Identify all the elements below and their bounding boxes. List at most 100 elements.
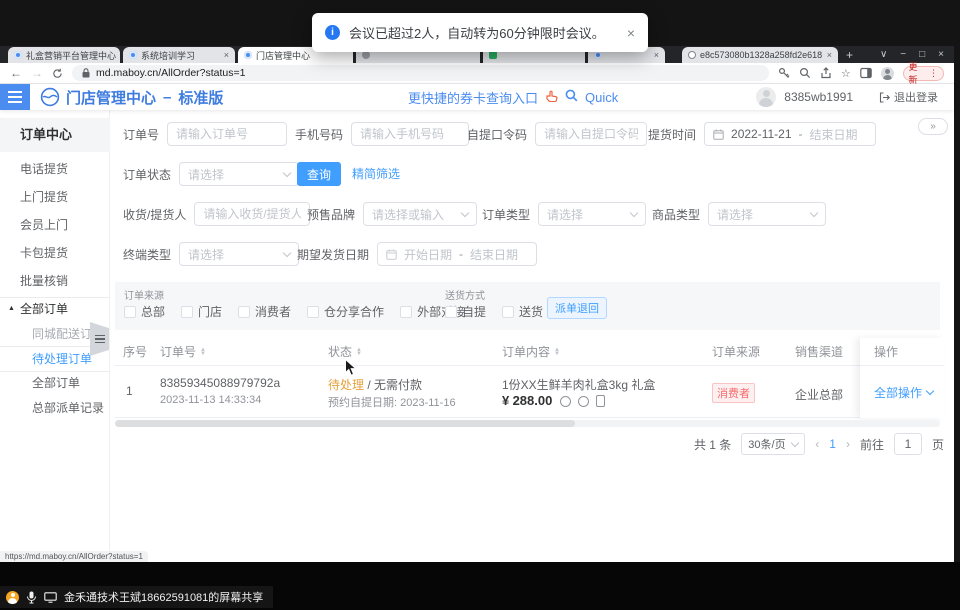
row-action-dropdown[interactable]: 全部操作 [874, 384, 933, 401]
share-icon[interactable] [820, 67, 832, 79]
sort-icons[interactable]: ▲▼ [554, 348, 560, 357]
chrome-update-button[interactable]: 更新 ⋮ [903, 66, 944, 81]
window-maximize-icon[interactable]: □ [919, 49, 925, 60]
more-vert-icon: ⋮ [929, 68, 938, 79]
presale-brand-label: 预售品牌 [307, 206, 355, 223]
toast-close-icon[interactable]: × [627, 25, 635, 41]
tab-title: 礼盒营销平台管理中心 [26, 49, 116, 62]
checkbox-delivery[interactable]: 送货 [502, 303, 543, 320]
row-channel: 企业总部 [795, 386, 843, 403]
logout-button[interactable]: 退出登录 [879, 89, 938, 105]
menu-hamburger-button[interactable] [0, 84, 30, 110]
link-preview-statusbar: https://md.maboy.cn/AllOrder?status=1 [0, 551, 148, 562]
col-order-content[interactable]: 订单内容 ▲▼ [502, 338, 560, 366]
chevron-down-icon [283, 168, 291, 176]
user-zone: 8385wb1991 退出登录 [756, 84, 938, 110]
sidebar-item-hq-dispatch-records[interactable]: 总部派单记录 [32, 400, 104, 416]
goto-label: 前往 [860, 436, 884, 453]
table-row[interactable]: 1 83859345088979792a 2023-11-13 14:33:34… [115, 366, 940, 418]
info-icon: i [325, 25, 340, 40]
order-detail-icon-1[interactable] [560, 396, 571, 407]
window-minimize-icon[interactable]: − [900, 49, 906, 60]
browser-tab-2[interactable]: 系统培训学习 × [123, 47, 235, 63]
mouse-cursor [344, 358, 357, 382]
sidebar-item-card-pickup[interactable]: 卡包提货 [20, 245, 68, 261]
table-horizontal-scrollbar[interactable] [115, 420, 940, 427]
sidebar-item-pending-orders[interactable]: 待处理订单 [32, 351, 92, 367]
screen-share-icon[interactable] [44, 592, 57, 603]
col-order-no[interactable]: 订单号 ▲▼ [160, 338, 206, 366]
order-status-select[interactable]: 请选择 [179, 162, 299, 186]
row-source-tag-wrap: 消费者 [712, 383, 755, 403]
order-detail-icon-2[interactable] [578, 396, 589, 407]
sidebar-item-all-orders[interactable]: 全部订单 [32, 375, 80, 391]
app-title-text: 门店管理中心 [66, 87, 156, 108]
goto-page-input[interactable]: 1 [894, 433, 922, 455]
expected-ship-date-picker[interactable]: 开始日期 - 结束日期 [377, 242, 537, 266]
sidebar-item-phone-pickup[interactable]: 电话提货 [20, 161, 68, 177]
simple-filter-link[interactable]: 精简筛选 [352, 162, 400, 186]
main-content: 订单号 手机号码 自提口令码 提货时间 2022-11-21 - 结束日期 » … [110, 110, 954, 562]
chevron-down-icon [791, 438, 799, 446]
browser-profile-avatar[interactable] [881, 67, 894, 80]
dispatch-return-button[interactable]: 派单退回 [547, 297, 607, 319]
window-menu-icon[interactable]: ∨ [880, 49, 887, 60]
prev-page-button[interactable]: ‹ [815, 437, 819, 451]
zoom-icon[interactable] [799, 67, 811, 79]
sort-icons[interactable]: ▲▼ [200, 348, 206, 357]
pickup-code-input[interactable] [535, 122, 647, 146]
sidebar-group-all-orders[interactable]: ▲ 全部订单 [8, 301, 68, 317]
password-key-icon[interactable] [778, 67, 790, 79]
forward-icon[interactable]: → [31, 67, 43, 79]
logout-icon [879, 92, 890, 103]
current-page[interactable]: 1 [829, 437, 836, 451]
checkbox-self-pickup[interactable]: 自提 [445, 303, 486, 320]
goods-type-select[interactable]: 请选择 [708, 202, 826, 226]
tab-close-icon[interactable]: × [827, 51, 832, 60]
window-close-icon[interactable]: × [938, 49, 944, 60]
lock-icon [82, 68, 90, 78]
quick-entry-link[interactable]: 更快捷的券卡查询入口 [408, 88, 538, 107]
refresh-icon[interactable] [52, 68, 63, 79]
address-bar[interactable]: md.maboy.cn/AllOrder?status=1 [72, 65, 769, 81]
checkbox-consumer[interactable]: 消费者 [238, 303, 291, 320]
browser-tab-1[interactable]: 礼盒营销平台管理中心 × [8, 47, 120, 63]
terminal-type-select[interactable]: 请选择 [179, 242, 299, 266]
tab-close-icon[interactable]: × [654, 51, 659, 60]
browser-toolbar: ← → md.maboy.cn/AllOrder?status=1 ☆ [0, 63, 954, 84]
new-tab-button[interactable]: + [846, 48, 853, 62]
bookmark-star-icon[interactable]: ☆ [841, 67, 851, 80]
receiver-input[interactable] [194, 202, 310, 226]
sidebar-item-member-visit[interactable]: 会员上门 [20, 217, 68, 233]
filter-expected-ship-date: 期望发货日期 开始日期 - 结束日期 [297, 242, 537, 266]
user-avatar[interactable] [756, 87, 776, 107]
browser-tab-7[interactable]: e8c573080b1328a258fd2e618 × [682, 47, 838, 63]
next-page-button[interactable]: › [846, 437, 850, 451]
checkbox-store[interactable]: 门店 [181, 303, 222, 320]
search-button[interactable]: 查询 [297, 162, 341, 186]
side-panel-icon[interactable] [860, 67, 872, 79]
select-placeholder: 请选择 [188, 246, 224, 263]
order-no-input[interactable] [167, 122, 287, 146]
microphone-icon[interactable] [26, 591, 37, 604]
checkbox-warehouse-share[interactable]: 仓分享合作 [307, 303, 384, 320]
search-icon[interactable] [565, 89, 578, 105]
tab-close-icon[interactable]: × [224, 51, 229, 60]
mobile-icon[interactable] [596, 395, 605, 407]
tab-title: e8c573080b1328a258fd2e618 [700, 50, 822, 60]
checkbox-hq[interactable]: 总部 [124, 303, 165, 320]
quick-link[interactable]: Quick [585, 90, 618, 105]
order-type-select[interactable]: 请选择 [538, 202, 646, 226]
sidebar-item-batch-verify[interactable]: 批量核销 [20, 273, 68, 289]
col-order-source: 订单来源 [712, 338, 760, 366]
page-size-select[interactable]: 30条/页 [741, 433, 805, 455]
pickup-time-range-picker[interactable]: 2022-11-21 - 结束日期 [704, 122, 876, 146]
scrollbar-thumb[interactable] [115, 420, 575, 427]
sidebar-item-door-pickup[interactable]: 上门提货 [20, 189, 68, 205]
site-favicon [362, 51, 370, 59]
back-icon[interactable]: ← [10, 67, 22, 79]
phone-input[interactable] [351, 122, 469, 146]
panel-expand-button[interactable]: » [918, 118, 948, 135]
sort-icons[interactable]: ▲▼ [356, 348, 362, 357]
presale-brand-select[interactable]: 请选择或输入 [363, 202, 477, 226]
